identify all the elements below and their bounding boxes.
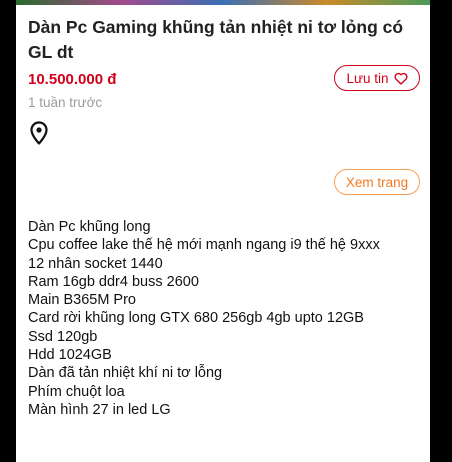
description-line: Main B365M Pro: [28, 292, 136, 309]
description-line: 12 nhân socket 1440: [28, 255, 163, 272]
listing-price: 10.500.000 đ: [28, 71, 117, 88]
listing-title: Dàn Pc Gaming khũng tản nhiệt ni tơ lỏng…: [28, 17, 404, 62]
view-page-button[interactable]: Xem trang: [334, 169, 420, 195]
description-line: Card rời khũng long GTX 680 256gb 4gb up…: [28, 310, 364, 327]
description-line: Ram 16gb ddr4 buss 2600: [28, 273, 199, 290]
description-line: Phím chuột loa: [28, 383, 125, 400]
listing-card: Dàn Pc Gaming khũng tản nhiệt ni tơ lỏng…: [16, 5, 430, 462]
location-pin-icon[interactable]: [30, 121, 48, 145]
description-line: Cpu coffee lake thế hệ mới mạnh ngang i9…: [28, 237, 380, 254]
description-line: Hdd 1024GB: [28, 347, 112, 364]
description-line: Ssd 120gb: [28, 328, 98, 345]
description-line: Màn hình 27 in led LG: [28, 401, 171, 418]
heart-icon: [394, 72, 408, 85]
listing-description: Dàn Pc khũng long Cpu coffee lake thế hệ…: [28, 218, 423, 419]
description-line: Dàn Pc khũng long: [28, 219, 151, 235]
save-listing-label: Lưu tin: [346, 70, 389, 86]
posted-time: 1 tuần trước: [28, 95, 103, 110]
description-line: Dàn đã tản nhiệt khí ni tơ lỗng: [28, 365, 223, 382]
save-listing-button[interactable]: Lưu tin: [334, 65, 420, 91]
